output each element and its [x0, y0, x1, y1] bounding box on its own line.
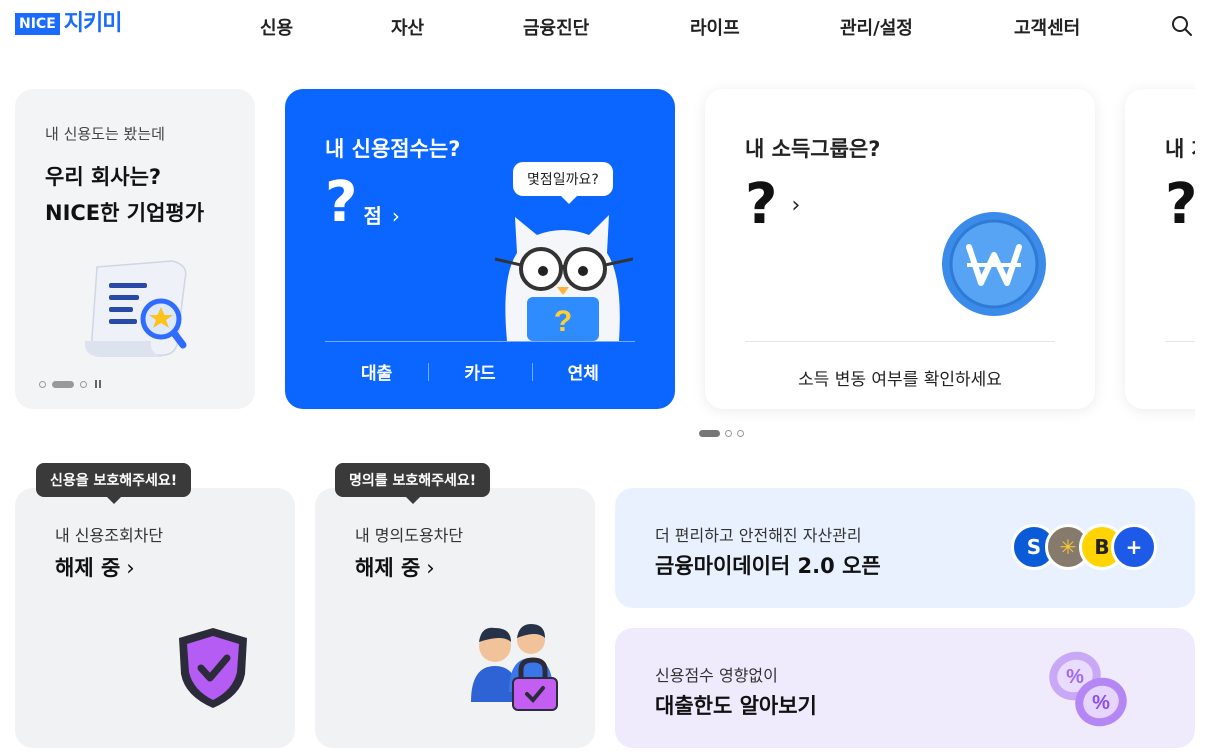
nav-item-settings[interactable]: 관리/설정 [840, 14, 913, 40]
pager-dot[interactable] [737, 430, 744, 437]
people-lock-icon [467, 622, 563, 718]
nav-item-life[interactable]: 라이프 [690, 14, 740, 40]
promo-card[interactable]: 내 신용도는 봤는데 우리 회사는? NICE한 기업평가 [15, 89, 255, 409]
speech-bubble: 몇점일까요? [513, 162, 613, 204]
identity-block-subtitle: 내 명의도용차단 [355, 526, 464, 545]
chevron-right-icon: › [391, 204, 400, 228]
viewport-mask [1195, 60, 1206, 440]
divider [325, 341, 635, 342]
tab-card[interactable]: 카드 [428, 359, 531, 389]
nav-item-diagnosis[interactable]: 금융진단 [523, 14, 589, 40]
credit-score-number: ? [325, 170, 358, 235]
won-coin-icon [941, 211, 1047, 321]
header: NICE 지키미 신용 자산 금융진단 라이프 관리/설정 고객센터 [0, 0, 1206, 52]
income-value-number: ? [745, 172, 778, 237]
chevron-right-icon: › [426, 556, 435, 580]
mydata-title: 금융마이데이터 2.0 오픈 [655, 554, 881, 578]
plus-icon: + [1111, 524, 1157, 570]
identity-protect-tooltip: 명의를 보호해주세요! [335, 463, 491, 504]
nav-item-support[interactable]: 고객센터 [1014, 14, 1080, 40]
identity-block-status-text: 해제 중 [355, 556, 421, 580]
carousel-pager [699, 430, 744, 437]
svg-text:%: % [1092, 692, 1110, 714]
tab-loan[interactable]: 대출 [325, 359, 428, 389]
income-note: 소득 변동 여부를 확인하세요 [798, 370, 1002, 390]
promo-subtitle: 내 신용도는 봤는데 [45, 125, 165, 143]
main-nav: 신용 자산 금융진단 라이프 관리/설정 고객센터 [0, 14, 1206, 40]
divider [745, 341, 1055, 342]
credit-tabs: 대출 카드 연체 [325, 359, 635, 389]
svg-text:%: % [1066, 666, 1084, 688]
identity-theft-block-card[interactable]: 내 명의도용차단 해제 중 › [315, 488, 595, 748]
pager-dot-active[interactable] [52, 380, 74, 388]
credit-block-subtitle: 내 신용조회차단 [55, 526, 164, 545]
credit-score-value[interactable]: ? 점 › [325, 175, 400, 231]
pager-dot-active[interactable] [699, 430, 720, 437]
credit-protect-tooltip: 신용을 보호해주세요! [36, 463, 192, 504]
owl-mascot-icon: ? [493, 207, 634, 345]
mydata-banner[interactable]: 더 편리하고 안전해진 자산관리 금융마이데이터 2.0 오픈 S ✳ B + [615, 488, 1195, 608]
loan-limit-banner[interactable]: 신용점수 영향없이 대출한도 알아보기 % % [615, 628, 1195, 748]
pager-dot[interactable] [39, 380, 46, 388]
pause-icon[interactable] [95, 380, 101, 388]
credit-score-title: 내 신용점수는? [325, 137, 461, 161]
chevron-right-icon: › [126, 556, 135, 580]
mydata-subtitle: 더 편리하고 안전해진 자산관리 [655, 526, 862, 545]
percent-icon: % % [1039, 646, 1135, 736]
promo-pager [39, 380, 101, 388]
nav-item-assets[interactable]: 자산 [391, 14, 424, 40]
credit-block-status[interactable]: 해제 중 › [55, 552, 135, 582]
income-value[interactable]: ? › [745, 175, 800, 235]
identity-block-status[interactable]: 해제 중 › [355, 552, 435, 582]
income-title: 내 소득그룹은? [745, 137, 881, 161]
shield-check-icon [175, 626, 251, 714]
loan-subtitle: 신용점수 영향없이 [655, 666, 778, 685]
credit-block-status-text: 해제 중 [55, 556, 121, 580]
loan-title: 대출한도 알아보기 [655, 694, 817, 718]
chevron-right-icon: › [791, 192, 801, 218]
pager-dot[interactable] [725, 430, 732, 437]
next-card-peek[interactable]: 내 차 ? [1125, 89, 1206, 409]
pager-dot[interactable] [80, 380, 87, 388]
income-group-card[interactable]: 내 소득그룹은? ? › 소득 변동 여부를 확인하세요 [705, 89, 1095, 409]
partner-logos: S ✳ B + [1011, 524, 1161, 574]
peek-value: ? [1165, 172, 1198, 237]
search-icon[interactable] [1170, 14, 1194, 38]
report-magnifier-icon [77, 257, 197, 371]
svg-text:?: ? [554, 305, 572, 338]
credit-score-unit: 점 [363, 204, 382, 228]
nav-item-credit[interactable]: 신용 [260, 14, 293, 40]
promo-title: 우리 회사는? NICE한 기업평가 [45, 165, 205, 225]
credit-inquiry-block-card[interactable]: 내 신용조회차단 해제 중 › [15, 488, 295, 748]
tab-overdue[interactable]: 연체 [531, 359, 635, 389]
credit-score-card[interactable]: 내 신용점수는? ? 점 › 몇점일까요? ? 대출 카드 연체 [285, 89, 675, 409]
